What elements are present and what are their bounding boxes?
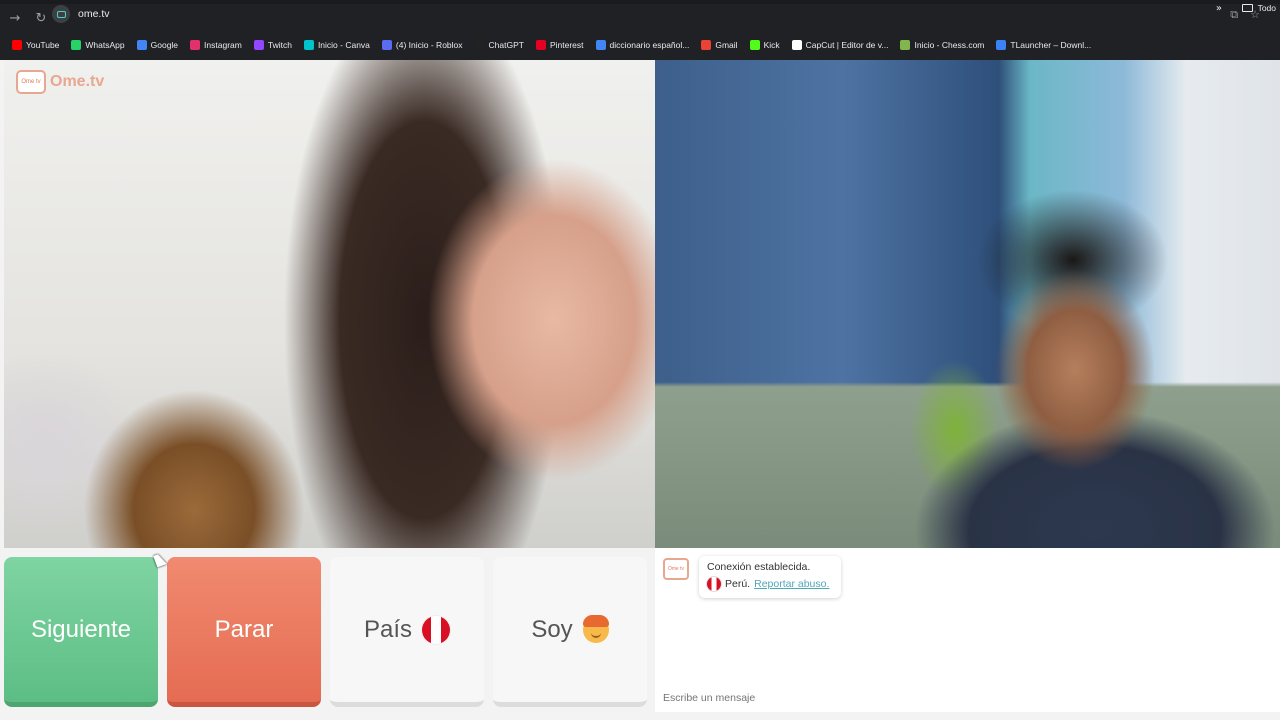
country-button[interactable]: País: [330, 557, 484, 707]
bookmark-label: WhatsApp: [85, 40, 125, 50]
folder-icon: [1241, 4, 1253, 12]
logo-text: Ome.tv: [50, 73, 105, 90]
bookmark-favicon-icon: [381, 40, 392, 50]
browser-chrome: → ↻ ome.tv ⧉ ☆ YouTube WhatsApp Google Inst…: [0, 0, 1280, 60]
site-info-icon[interactable]: [52, 5, 70, 23]
peru-flag-icon: [422, 615, 451, 644]
bookmark-item[interactable]: (4) Inicio - Roblox: [381, 40, 463, 50]
bookmark-item[interactable]: Twitch: [253, 40, 292, 50]
next-button-label: Siguiente: [30, 615, 132, 643]
bookmark-item[interactable]: Kick: [749, 40, 780, 50]
bookmark-favicon-icon: [136, 40, 147, 50]
tv-icon: Ome tv: [16, 70, 46, 94]
gender-button[interactable]: Soy: [493, 557, 647, 707]
cast-icon[interactable]: ⧉: [1230, 8, 1238, 22]
bookmark-favicon-icon: [190, 40, 201, 50]
bookmark-favicon-icon: [701, 40, 712, 50]
bookmark-folder-label: Todo: [1257, 3, 1276, 13]
bookmark-item[interactable]: Pinterest: [535, 40, 584, 50]
stop-button[interactable]: Parar: [167, 557, 321, 707]
bookmark-label: ChatGPT: [488, 40, 524, 50]
bookmark-label: Kick: [763, 40, 780, 50]
message-input[interactable]: [655, 685, 1280, 711]
reload-icon[interactable]: ↻: [30, 7, 52, 29]
stop-button-label: Parar: [214, 615, 274, 643]
bookmark-favicon-icon: [303, 40, 314, 50]
bookmark-item[interactable]: diccionario español...: [595, 40, 690, 50]
bookmark-favicon-icon: [253, 40, 264, 50]
bookmark-favicon-icon: [71, 40, 82, 50]
bookmark-favicon-icon: [12, 40, 22, 50]
gender-button-label: Soy: [531, 615, 573, 643]
bookmark-label: Inicio - Chess.com: [914, 40, 985, 50]
report-abuse-link[interactable]: Reportar abuso.: [754, 578, 829, 590]
bookmark-favicon-icon: [996, 40, 1007, 50]
bookmark-item[interactable]: ChatGPT: [474, 40, 524, 50]
bookmark-item[interactable]: Inicio - Chess.com: [900, 40, 984, 50]
bookmark-item[interactable]: Gmail: [701, 40, 738, 50]
bookmark-favicon-icon: [595, 40, 606, 50]
chat-panel: Ome tv Conexión establecida. Perú. Repor…: [655, 548, 1280, 712]
stranger-country: Perú.: [725, 578, 751, 590]
bookmark-folder[interactable]: Todo: [1241, 3, 1276, 13]
bookmark-item[interactable]: Instagram: [190, 40, 242, 50]
bookmark-label: (4) Inicio - Roblox: [395, 40, 463, 50]
boy-emoji-icon: [582, 614, 609, 643]
bookmark-favicon-icon: [791, 40, 802, 50]
self-video: [655, 60, 1280, 548]
bookmark-label: Twitch: [267, 40, 292, 50]
bookmark-item[interactable]: TLauncher – Downl...: [996, 40, 1091, 50]
ometv-logo: Ome tv Ome.tv: [16, 70, 104, 94]
bookmark-favicon-icon: [474, 40, 485, 50]
bookmark-label: Instagram: [204, 40, 242, 50]
next-button[interactable]: Siguiente: [4, 557, 158, 707]
more-bookmarks-icon[interactable]: »: [1216, 3, 1222, 14]
chat-tv-icon: Ome tv: [663, 558, 689, 580]
bookmark-item[interactable]: WhatsApp: [71, 40, 125, 50]
forward-icon[interactable]: →: [4, 7, 26, 29]
bookmark-label: Inicio - Canva: [317, 40, 370, 50]
country-button-label: País: [363, 615, 413, 643]
bookmark-label: CapCut | Editor de v...: [805, 40, 889, 50]
bookmark-label: Google: [150, 40, 179, 50]
stranger-video: [4, 60, 655, 548]
bookmark-favicon-icon: [900, 40, 911, 50]
bookmarks-bar: YouTube WhatsApp Google Instagram Twitch Inic…: [0, 34, 1280, 56]
system-message: Conexión establecida. Perú. Reportar abu…: [699, 556, 841, 598]
bookmark-item[interactable]: Inicio - Canva: [303, 40, 370, 50]
peru-flag-small-icon: [707, 577, 721, 591]
bookmark-label: TLauncher – Downl...: [1010, 40, 1092, 50]
bookmark-label: Gmail: [715, 40, 738, 50]
bookmark-item[interactable]: YouTube: [12, 40, 59, 50]
bookmark-favicon-icon: [749, 40, 760, 50]
bookmark-item[interactable]: Google: [136, 40, 179, 50]
bookmark-item[interactable]: CapCut | Editor de v...: [791, 40, 889, 50]
bookmark-label: diccionario español...: [609, 40, 690, 50]
url-text[interactable]: ome.tv: [78, 8, 110, 20]
bookmark-label: YouTube: [26, 40, 60, 50]
connection-status: Conexión establecida.: [707, 561, 811, 573]
bookmark-label: Pinterest: [549, 40, 584, 50]
bookmark-favicon-icon: [535, 40, 546, 50]
address-bar[interactable]: ome.tv: [52, 4, 1222, 24]
